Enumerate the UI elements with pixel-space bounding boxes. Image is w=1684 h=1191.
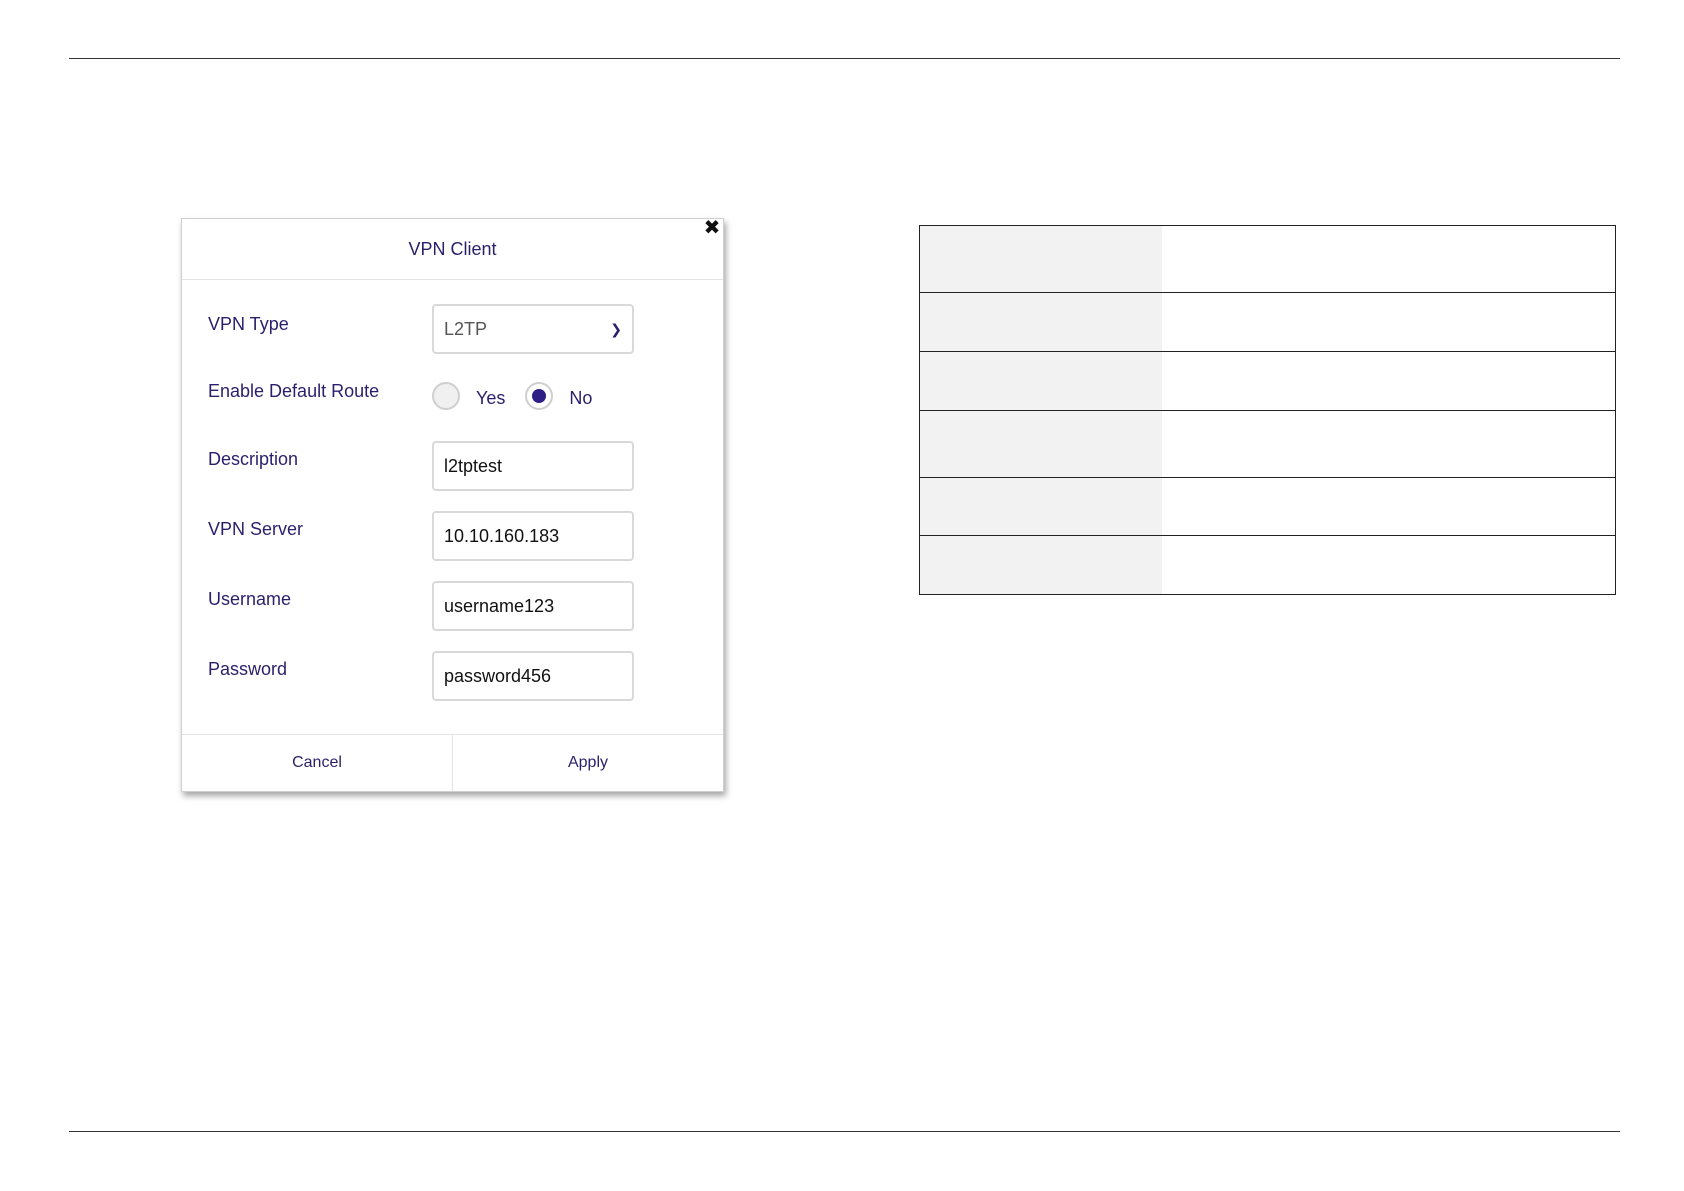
- chevron-down-icon: ❯: [610, 320, 622, 337]
- default-route-label: Enable Default Route: [208, 381, 380, 401]
- table-row: [919, 225, 1616, 293]
- apply-button[interactable]: Apply: [453, 735, 723, 791]
- no-label: No: [569, 387, 593, 408]
- vpn-type-value: L2TP: [444, 318, 488, 339]
- table-cell: [1162, 535, 1616, 595]
- close-icon[interactable]: ✖: [703, 218, 721, 238]
- vpn-server-label: VPN Server: [208, 519, 304, 539]
- dialog-title: VPN Client: [182, 219, 723, 280]
- table-cell: [1162, 410, 1616, 478]
- bottom-divider: [69, 1131, 1620, 1132]
- cancel-button[interactable]: Cancel: [182, 735, 453, 791]
- default-route-radio-group: Yes No: [432, 382, 612, 410]
- vpn-server-input[interactable]: 10.10.160.183: [432, 511, 634, 561]
- username-label: Username: [208, 589, 292, 609]
- table-cell: [919, 477, 1162, 536]
- table-row: [919, 410, 1616, 478]
- table-cell: [919, 535, 1162, 595]
- default-route-no-radio[interactable]: [525, 382, 554, 410]
- table-row: [919, 477, 1616, 536]
- yes-label: Yes: [476, 387, 506, 408]
- dialog-footer: Cancel Apply: [182, 734, 723, 791]
- vpn-client-dialog: VPN Client ✖ VPN Type L2TP ❯ Enable Defa…: [181, 218, 724, 792]
- password-input[interactable]: password456: [432, 651, 634, 701]
- vpn-type-label: VPN Type: [208, 314, 289, 334]
- table-cell: [919, 410, 1162, 478]
- table-row: [919, 535, 1616, 595]
- table-cell: [1162, 477, 1616, 536]
- username-input[interactable]: username123: [432, 581, 634, 631]
- top-divider: [69, 58, 1620, 59]
- table-cell: [1162, 292, 1616, 352]
- table-row: [919, 292, 1616, 352]
- table-row: [919, 351, 1616, 411]
- empty-table: [919, 225, 1616, 595]
- password-label: Password: [208, 659, 288, 679]
- description-label: Description: [208, 449, 299, 469]
- table-cell: [1162, 225, 1616, 293]
- table-cell: [1162, 351, 1616, 411]
- table-cell: [919, 292, 1162, 352]
- table-cell: [919, 351, 1162, 411]
- table-cell: [919, 225, 1162, 293]
- vpn-type-select[interactable]: L2TP ❯: [432, 304, 634, 354]
- default-route-yes-radio[interactable]: [432, 382, 460, 410]
- description-input[interactable]: l2tptest: [432, 441, 634, 491]
